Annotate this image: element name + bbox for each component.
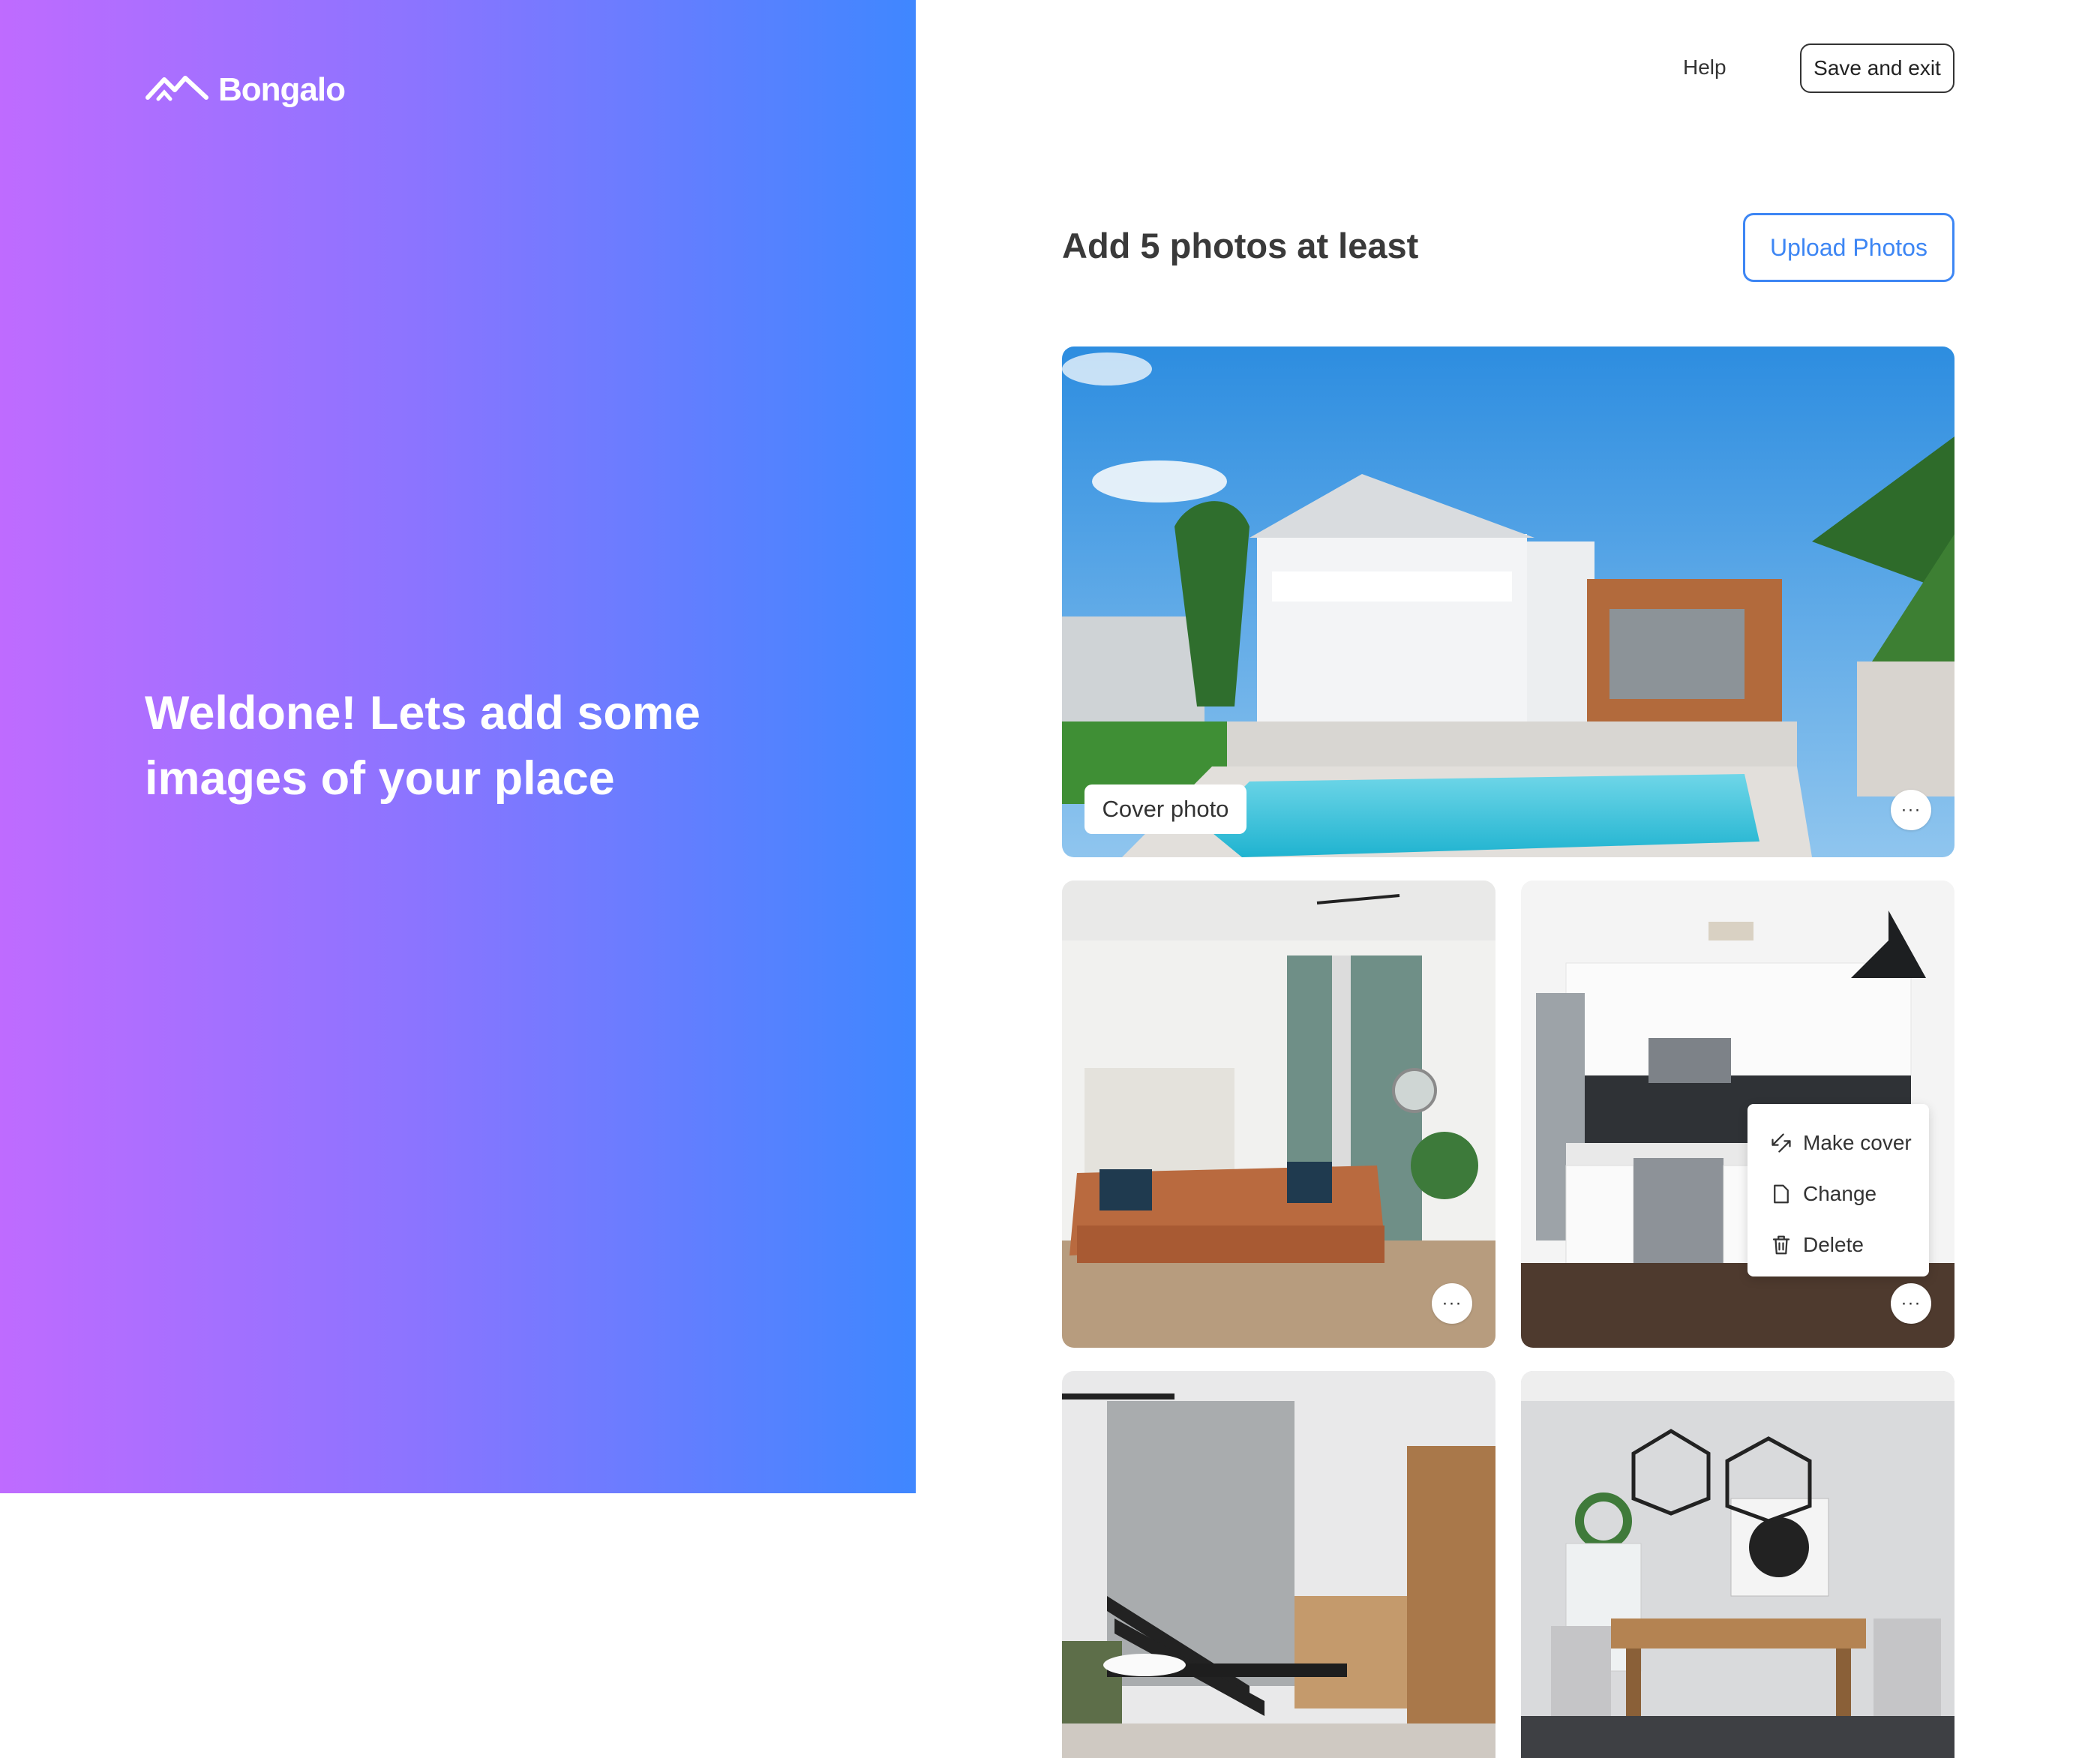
more-options-button[interactable]: ··· — [1891, 1283, 1931, 1324]
photo-options-menu: Make cover Change Delete — [1748, 1104, 1929, 1276]
swap-arrows-icon — [1772, 1133, 1791, 1153]
photo-card-cover[interactable]: Cover photo ··· — [1062, 346, 1954, 857]
more-options-button[interactable]: ··· — [1432, 1283, 1472, 1324]
living-room-photo — [1062, 880, 1496, 1348]
pool-house-photo — [1062, 346, 1954, 857]
photo-card-dining-room[interactable] — [1521, 1371, 1954, 1758]
make-cover-menu-item[interactable]: Make cover — [1748, 1118, 1929, 1168]
roof-logo-icon — [146, 76, 208, 101]
more-icon: ··· — [1442, 1293, 1462, 1313]
onboarding-hero-panel: Bongalo Weldone! Lets add some images of… — [0, 0, 916, 1493]
help-link[interactable]: Help — [1683, 56, 1726, 80]
trash-icon — [1772, 1235, 1790, 1255]
staircase-interior-photo — [1062, 1371, 1496, 1758]
page-title: Add 5 photos at least — [1062, 226, 1419, 266]
save-and-exit-button[interactable]: Save and exit — [1800, 44, 1954, 93]
more-options-button[interactable]: ··· — [1891, 790, 1931, 830]
hero-headline: Weldone! Lets add some images of your pl… — [145, 687, 700, 805]
more-icon: ··· — [1900, 800, 1922, 820]
cover-photo-badge: Cover photo — [1084, 784, 1246, 834]
dining-room-photo — [1521, 1371, 1954, 1758]
more-icon: ··· — [1900, 1293, 1922, 1313]
change-label: Change — [1803, 1182, 1877, 1205]
brand-name: Bongalo — [218, 71, 346, 108]
change-menu-item[interactable]: Change — [1748, 1168, 1929, 1220]
delete-label: Delete — [1803, 1233, 1864, 1256]
file-icon — [1774, 1184, 1789, 1204]
photo-card-staircase[interactable] — [1062, 1371, 1496, 1758]
upload-photos-button[interactable]: Upload Photos — [1743, 213, 1954, 282]
brand-logo[interactable]: Bongalo — [145, 69, 346, 111]
photo-card-living-room[interactable]: ··· — [1062, 880, 1496, 1348]
make-cover-label: Make cover — [1803, 1131, 1912, 1154]
delete-menu-item[interactable]: Delete — [1748, 1220, 1929, 1270]
